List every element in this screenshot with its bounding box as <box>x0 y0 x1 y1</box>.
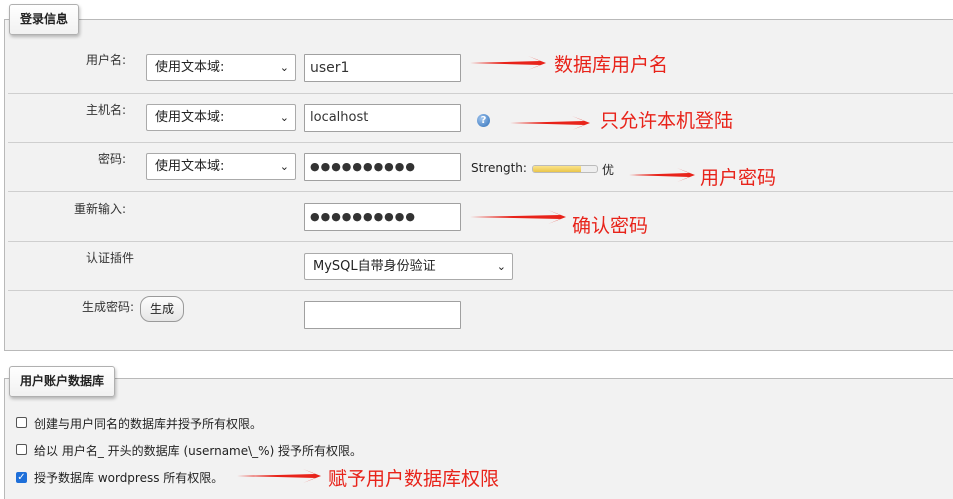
chevron-down-icon: ⌄ <box>496 260 506 273</box>
row-divider <box>8 241 953 242</box>
grant-prefix-db-label[interactable]: 给以 用户名_ 开头的数据库 (username\_%) 授予所有权限。 <box>34 442 362 459</box>
host-type-select-value: 使用文本域: <box>155 110 225 125</box>
chevron-down-icon: ⌄ <box>279 111 289 124</box>
generate-password-label: 生成密码: <box>81 300 134 314</box>
row-divider <box>8 191 953 192</box>
grant-prefix-db-checkbox[interactable] <box>16 444 27 455</box>
annotation-arrow <box>470 210 566 224</box>
password-label: 密码: <box>97 152 126 166</box>
annotation-arrow <box>510 116 590 130</box>
strength-text: 优 <box>602 163 615 177</box>
generate-button[interactable]: 生成 <box>140 296 185 322</box>
username-type-select[interactable]: 使用文本域: ⌄ <box>146 54 296 81</box>
login-info-legend: 登录信息 <box>9 4 80 35</box>
auth-plugin-select[interactable]: MySQL自带身份验证 ⌄ <box>304 253 513 280</box>
create-same-name-db-checkbox[interactable] <box>16 417 27 428</box>
row-divider <box>8 290 953 291</box>
chevron-down-icon: ⌄ <box>279 160 289 173</box>
chevron-down-icon: ⌄ <box>279 61 289 74</box>
host-input[interactable]: localhost <box>304 104 461 132</box>
help-icon[interactable]: ? <box>477 114 490 127</box>
grant-wordpress-db-checkbox[interactable]: ✓ <box>16 472 27 483</box>
annotation-host: 只允许本机登陆 <box>600 110 734 132</box>
row-divider <box>8 142 953 143</box>
password-strength-meter <box>532 165 598 173</box>
host-type-select[interactable]: 使用文本域: ⌄ <box>146 104 296 131</box>
password-strength-fill <box>533 166 581 172</box>
annotation-username: 数据库用户名 <box>554 54 669 76</box>
grant-wordpress-db-label[interactable]: 授予数据库 wordpress 所有权限。 <box>34 469 223 486</box>
annotation-privileges: 赋予用户数据库权限 <box>328 468 500 490</box>
create-same-name-db-label[interactable]: 创建与用户同名的数据库并授予所有权限。 <box>34 415 262 432</box>
username-input[interactable]: user1 <box>304 54 461 82</box>
username-label: 用户名: <box>85 53 126 67</box>
password-type-select-value: 使用文本域: <box>155 159 225 174</box>
annotation-retype: 确认密码 <box>572 215 649 237</box>
user-database-legend: 用户账户数据库 <box>9 366 116 397</box>
retype-label: 重新输入: <box>73 202 126 216</box>
password-input[interactable]: ●●●●●●●●●● <box>304 153 461 181</box>
annotation-arrow <box>629 168 695 182</box>
strength-label: Strength: <box>471 161 527 175</box>
annotation-arrow <box>237 469 321 483</box>
generated-password-input[interactable] <box>304 301 461 329</box>
auth-plugin-label: 认证插件 <box>85 251 134 265</box>
retype-password-input[interactable]: ●●●●●●●●●● <box>304 203 461 231</box>
password-type-select[interactable]: 使用文本域: ⌄ <box>146 153 296 180</box>
auth-plugin-select-value: MySQL自带身份验证 <box>313 259 436 274</box>
annotation-arrow <box>470 56 546 70</box>
annotation-password: 用户密码 <box>700 167 777 189</box>
username-type-select-value: 使用文本域: <box>155 60 225 75</box>
row-divider <box>8 93 953 94</box>
host-label: 主机名: <box>85 103 126 117</box>
